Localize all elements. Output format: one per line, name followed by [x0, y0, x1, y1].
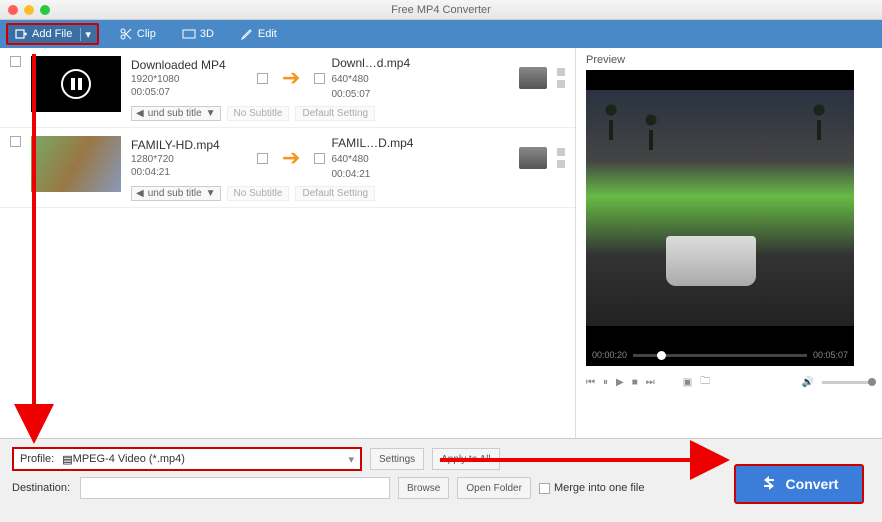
destination-input[interactable] — [80, 477, 390, 499]
output-filename: Downl…d.mp4 — [331, 56, 451, 70]
preview-panel: Preview 00:00:20 00:05:07 ⏮ ⏸ ▶ ■ ⏭ ▣ 🗀 — [576, 48, 882, 438]
destination-label: Destination: — [12, 482, 72, 494]
snapshot-icon[interactable]: ▣ — [683, 377, 692, 388]
input-resolution: 1920*1080 — [131, 74, 251, 85]
output-resolution: 640*480 — [331, 154, 451, 165]
input-duration: 00:05:07 — [131, 87, 251, 98]
move-up-icon[interactable] — [557, 148, 565, 156]
edit-icon — [240, 27, 254, 41]
mid-checkbox[interactable] — [314, 153, 325, 164]
volume-slider[interactable] — [822, 381, 872, 384]
clip-label: Clip — [137, 28, 156, 40]
edit-button[interactable]: Edit — [234, 23, 283, 45]
prev-frame-icon[interactable]: ⏮ — [586, 377, 595, 388]
scissors-icon — [119, 27, 133, 41]
threed-label: 3D — [200, 28, 214, 40]
profile-label: Profile: — [20, 453, 54, 465]
list-item[interactable]: FAMILY-HD.mp4 1280*720 00:04:21 ➔ FAMIL…… — [0, 128, 575, 208]
subtitle-option[interactable]: No Subtitle — [227, 186, 290, 201]
pause-icon — [61, 69, 91, 99]
preview-video[interactable]: 00:00:20 00:05:07 — [586, 70, 854, 366]
add-file-button[interactable]: Add File ▾ — [6, 23, 99, 45]
subtitle-dropdown[interactable]: ◀ und sub title ▼ — [131, 106, 221, 121]
convert-button[interactable]: Convert — [734, 464, 864, 504]
preview-time-current: 00:00:20 — [592, 350, 627, 360]
browse-button[interactable]: Browse — [398, 477, 449, 499]
preview-time-total: 00:05:07 — [813, 350, 848, 360]
add-file-icon — [14, 27, 28, 41]
window-title: Free MP4 Converter — [58, 4, 824, 16]
folder-icon[interactable]: 🗀 — [700, 374, 710, 391]
chevron-down-icon: ▾ — [348, 453, 354, 466]
convert-icon — [760, 474, 778, 495]
play-control-icon[interactable]: ▶ — [616, 377, 624, 388]
profile-format-icon: ▤ — [62, 453, 72, 466]
edit-label: Edit — [258, 28, 277, 40]
convert-label: Convert — [786, 476, 839, 492]
settings-button[interactable]: Settings — [370, 448, 424, 470]
mid-checkbox[interactable] — [314, 73, 325, 84]
move-down-icon[interactable] — [557, 80, 565, 88]
mid-checkbox[interactable] — [257, 73, 268, 84]
next-frame-icon[interactable]: ⏭ — [646, 377, 655, 388]
apply-all-button[interactable]: Apply to All — [432, 448, 499, 470]
file-list: Downloaded MP4 1920*1080 00:05:07 ➔ Down… — [0, 48, 576, 438]
add-file-label: Add File — [32, 28, 72, 40]
output-resolution: 640*480 — [331, 74, 451, 85]
threed-icon — [182, 27, 196, 41]
maximize-icon[interactable] — [40, 5, 50, 15]
move-down-icon[interactable] — [557, 160, 565, 168]
format-icon[interactable] — [519, 67, 547, 89]
volume-icon[interactable]: 🔊 — [802, 377, 814, 388]
output-duration: 00:04:21 — [331, 169, 451, 180]
video-thumbnail[interactable] — [31, 56, 121, 112]
input-duration: 00:04:21 — [131, 167, 251, 178]
merge-label: Merge into one file — [554, 482, 645, 494]
video-thumbnail[interactable] — [31, 136, 121, 192]
pause-control-icon[interactable]: ⏸ — [603, 377, 608, 388]
profile-dropdown[interactable]: Profile: ▤ MPEG-4 Video (*.mp4) ▾ — [12, 447, 362, 471]
list-item[interactable]: Downloaded MP4 1920*1080 00:05:07 ➔ Down… — [0, 48, 575, 128]
arrow-right-icon: ➔ — [282, 65, 300, 91]
input-filename: Downloaded MP4 — [131, 58, 251, 72]
format-icon[interactable] — [519, 147, 547, 169]
input-resolution: 1280*720 — [131, 154, 251, 165]
setting-option[interactable]: Default Setting — [295, 186, 375, 201]
threed-button[interactable]: 3D — [176, 23, 220, 45]
window-titlebar: Free MP4 Converter — [0, 0, 882, 20]
subtitle-dropdown[interactable]: ◀ und sub title ▼ — [131, 186, 221, 201]
move-up-icon[interactable] — [557, 68, 565, 76]
stop-control-icon[interactable]: ■ — [632, 377, 638, 388]
mid-checkbox[interactable] — [257, 153, 268, 164]
window-controls — [8, 5, 50, 15]
setting-option[interactable]: Default Setting — [295, 106, 375, 121]
profile-value: MPEG-4 Video (*.mp4) — [73, 453, 349, 465]
input-filename: FAMILY-HD.mp4 — [131, 138, 251, 152]
output-duration: 00:05:07 — [331, 89, 451, 100]
add-file-dropdown-icon[interactable]: ▾ — [80, 28, 91, 41]
clip-button[interactable]: Clip — [113, 23, 162, 45]
item-checkbox[interactable] — [10, 136, 21, 147]
preview-slider[interactable] — [633, 354, 807, 357]
main-toolbar: Add File ▾ Clip 3D Edit — [0, 20, 882, 48]
output-filename: FAMIL…D.mp4 — [331, 136, 451, 150]
close-icon[interactable] — [8, 5, 18, 15]
minimize-icon[interactable] — [24, 5, 34, 15]
open-folder-button[interactable]: Open Folder — [457, 477, 531, 499]
item-checkbox[interactable] — [10, 56, 21, 67]
preview-label: Preview — [586, 54, 872, 66]
subtitle-option[interactable]: No Subtitle — [227, 106, 290, 121]
arrow-right-icon: ➔ — [282, 145, 300, 171]
merge-checkbox[interactable] — [539, 483, 550, 494]
